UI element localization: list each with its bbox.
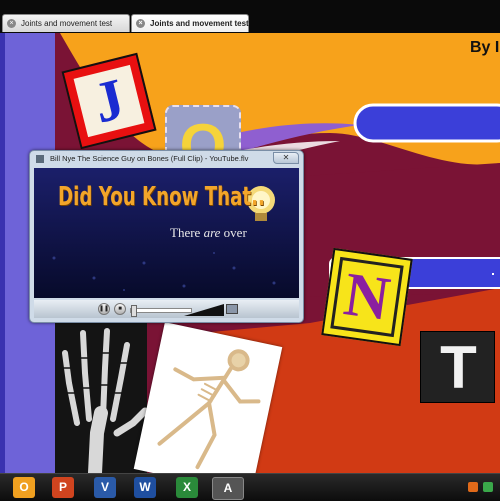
visio-icon[interactable]: V (94, 477, 116, 498)
stop-button[interactable]: ■ (114, 303, 126, 315)
letter-tile-n: N (321, 247, 413, 347)
letter-j: J (86, 65, 131, 136)
seek-handle[interactable] (131, 305, 137, 317)
player-controls: ❚❚ ■ (34, 300, 299, 318)
letter-n: N (340, 260, 394, 334)
xray-hand-image (55, 323, 147, 473)
caption-word-2: are (203, 225, 221, 240)
caption-word-1: There (170, 225, 201, 240)
taskbar: O P V W X A (0, 473, 500, 501)
powerpoint-icon[interactable]: P (52, 477, 74, 498)
tab-joints-test-2[interactable]: × Joints and movement test (131, 14, 249, 32)
tray-icon-green[interactable] (483, 482, 493, 492)
video-frame[interactable]: Did You Know That.. There are over (34, 168, 299, 298)
slide-dot (492, 273, 494, 275)
player-app-icon (36, 155, 44, 163)
pause-button[interactable]: ❚❚ (98, 303, 110, 315)
player-title: Bill Nye The Science Guy on Bones (Full … (50, 154, 249, 163)
fullscreen-icon[interactable] (226, 304, 238, 314)
tab-joints-test-1[interactable]: × Joints and movement test (2, 14, 130, 32)
caption-word-3: over (223, 225, 247, 240)
app-icon[interactable]: A (212, 477, 244, 500)
excel-icon[interactable]: X (176, 477, 198, 498)
letter-t: T (440, 334, 477, 401)
video-caption: There are over (170, 225, 247, 241)
close-tab-icon[interactable]: × (136, 19, 145, 28)
letter-tile-t: T (420, 331, 495, 403)
tab-label: Joints and movement test (21, 19, 113, 28)
volume-slider[interactable] (184, 304, 224, 316)
close-tab-icon[interactable]: × (7, 19, 16, 28)
slide-byline: By I (470, 39, 500, 56)
tab-label: Joints and movement test (150, 19, 249, 28)
video-player-window[interactable]: Bill Nye The Science Guy on Bones (Full … (29, 150, 304, 323)
outlook-icon[interactable]: O (13, 477, 35, 498)
video-heading: Did You Know That.. (58, 182, 265, 212)
browser-tab-bar: × Joints and movement test × Joints and … (0, 0, 500, 33)
seek-bar[interactable] (130, 305, 192, 317)
close-player-button[interactable]: ✕ (273, 152, 299, 164)
tray-icon-orange[interactable] (468, 482, 478, 492)
word-icon[interactable]: W (134, 477, 156, 498)
